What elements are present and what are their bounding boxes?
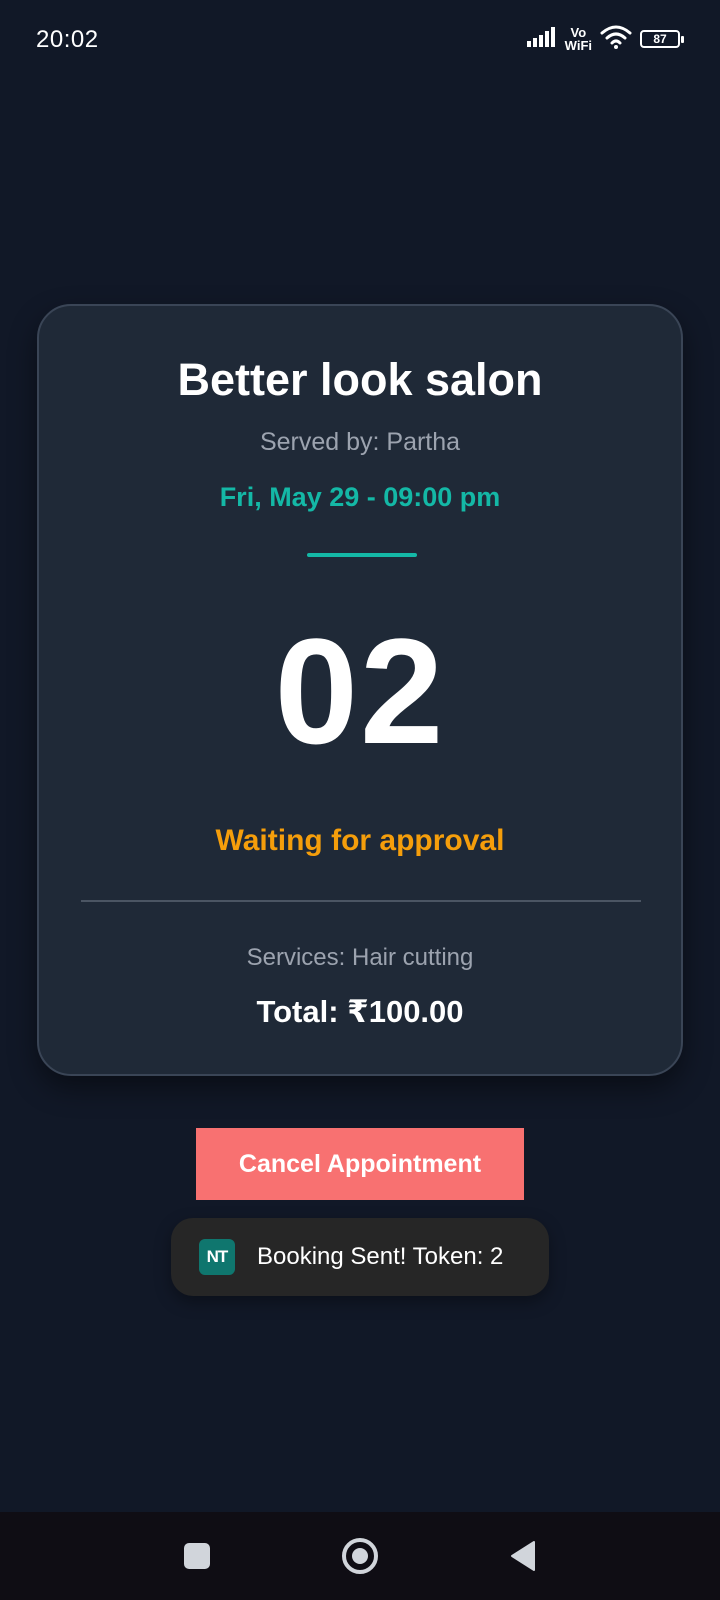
cancel-appointment-button[interactable]: Cancel Appointment [196,1128,524,1200]
total-amount: Total: ₹100.00 [256,994,464,1029]
status-bar: 20:02 Vo WiFi 87 [0,0,720,84]
token-number: 02 [274,607,446,775]
appointment-screen: 20:02 Vo WiFi 87 Better look salon Serve… [0,0,720,1600]
back-icon[interactable] [501,1534,545,1578]
card-divider [81,900,641,902]
accent-divider [307,553,417,557]
vowifi-label-bottom: WiFi [564,38,592,53]
battery-level: 87 [653,32,667,46]
status-icons: Vo WiFi 87 [526,22,684,56]
services-text: Services: Hair cutting [246,944,474,971]
status-time: 20:02 [36,26,99,53]
battery-icon: 87 [640,30,684,48]
toast-message: Booking Sent! Token: 2 [257,1243,504,1270]
salon-name: Better look salon [177,354,543,405]
appointment-card: Better look salon Served by: Partha Fri,… [37,304,683,1076]
approval-status: Waiting for approval [215,824,505,857]
signal-bars-icon [526,26,557,52]
recents-icon[interactable] [175,1534,219,1578]
app-logo-icon: NT [199,1239,235,1275]
home-icon[interactable] [338,1534,382,1578]
navigation-bar [0,1512,720,1600]
toast-notification: NT Booking Sent! Token: 2 [171,1218,549,1296]
vowifi-icon: Vo WiFi [565,26,592,52]
wifi-icon [600,25,632,54]
served-by-text: Served by: Partha [259,428,461,456]
appointment-datetime: Fri, May 29 - 09:00 pm [219,482,501,512]
